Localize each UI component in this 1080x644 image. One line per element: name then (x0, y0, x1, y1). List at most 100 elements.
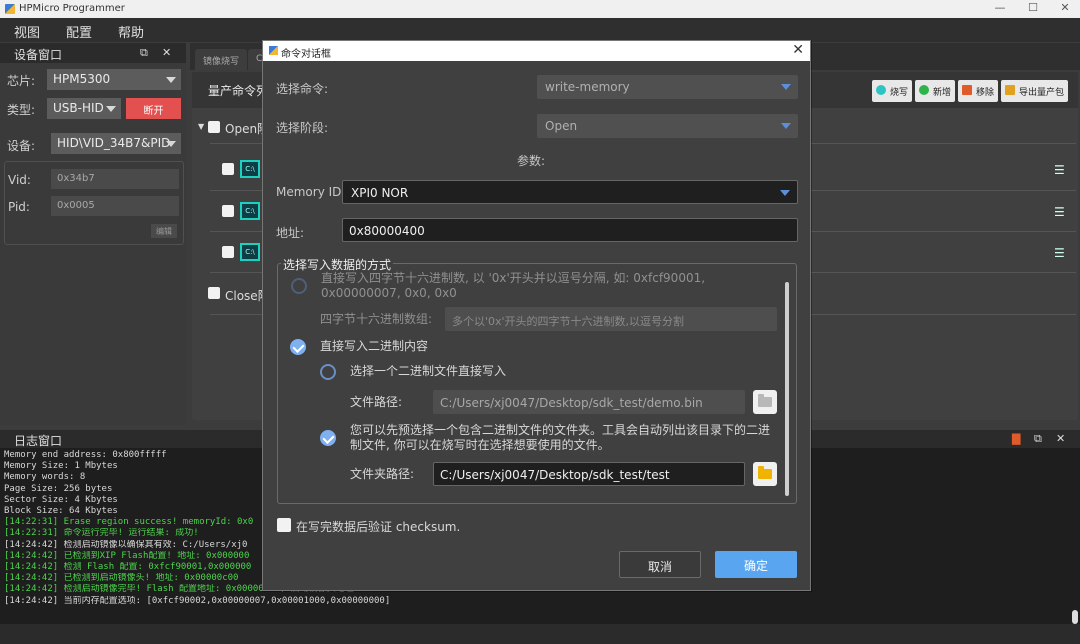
remove-label: 移除 (976, 88, 995, 98)
stage-value: Open (545, 119, 578, 133)
group-scrollbar[interactable] (785, 282, 789, 496)
remove-button[interactable]: 移除 (958, 80, 999, 102)
chip-value: HPM5300 (53, 72, 111, 86)
menu-config[interactable]: 配置 (66, 22, 92, 41)
hex-words-option-line1: 直接写入四字节十六进制数, 以 '0x'开头并以逗号分隔, 如: 0xfcf90… (321, 271, 706, 285)
dialog-close-button[interactable]: ✕ (792, 42, 804, 58)
app-logo-icon (269, 46, 278, 55)
params-label: 参数: (517, 154, 546, 168)
chip-select[interactable]: HPM5300 (47, 69, 181, 90)
disconnect-button[interactable]: 断开 (126, 98, 181, 119)
browse-folder-button[interactable] (753, 462, 777, 486)
verify-checksum-label: 在写完数据后验证 checksum. (296, 520, 461, 534)
command-list-title: 量产命令列 (208, 84, 263, 98)
burn-icon (876, 85, 886, 95)
file-path-input[interactable]: C:/Users/xj0047/Desktop/sdk_test/demo.bi… (433, 390, 745, 414)
maximize-button[interactable]: ☐ (1018, 1, 1048, 16)
folder-option-line2: 制文件, 你可以在烧写时在选择想要使用的文件。 (350, 438, 610, 452)
minimize-button[interactable]: — (985, 1, 1015, 16)
pid-label: Pid: (8, 200, 30, 214)
binary-content-radio[interactable] (290, 339, 306, 355)
add-button[interactable]: 新增 (915, 80, 956, 102)
add-icon (919, 85, 929, 95)
command-checkbox[interactable] (222, 246, 234, 258)
chip-label: 芯片: (7, 74, 36, 88)
menu-bar: 视图 配置 帮助 (0, 18, 1080, 42)
chevron-down-icon (166, 141, 176, 147)
hex-array-input[interactable]: 多个以'0x'开头的四字节十六进制数,以逗号分割 (445, 307, 777, 331)
folder-radio[interactable] (320, 430, 336, 446)
open-stage-label: Open阶 (225, 122, 263, 136)
folder-path-label: 文件夹路径: (350, 467, 415, 481)
export-icon (1005, 85, 1015, 95)
chevron-down-icon (166, 77, 176, 83)
stage-select[interactable]: Open (537, 114, 798, 138)
vid-label: Vid: (8, 173, 31, 187)
app-title: HPMicro Programmer (19, 3, 125, 14)
chevron-down-icon (781, 84, 791, 90)
type-value: USB-HID (53, 101, 104, 115)
export-button[interactable]: 导出量产包 (1001, 80, 1069, 102)
settings-list-icon[interactable]: ☰ (1054, 163, 1065, 177)
device-value: HID\VID_34B7&PID (57, 136, 171, 150)
settings-list-icon[interactable]: ☰ (1054, 205, 1065, 219)
trash-icon[interactable]: ▇ (1012, 432, 1020, 445)
type-select[interactable]: USB-HID (47, 98, 121, 119)
tab-image-burn[interactable]: 镜像烧写 (195, 49, 248, 70)
edit-button[interactable]: 编辑 (151, 224, 177, 238)
export-label: 导出量产包 (1019, 88, 1065, 98)
chevron-down-icon (781, 123, 791, 129)
cancel-button[interactable]: 取消 (619, 551, 701, 578)
command-checkbox[interactable] (222, 163, 234, 175)
burn-label: 烧写 (890, 88, 909, 98)
chevron-down-icon (780, 190, 790, 196)
device-label: 设备: (7, 139, 36, 153)
menu-help[interactable]: 帮助 (118, 22, 144, 41)
device-panel: 芯片: HPM5300 类型: USB-HID 断开 设备: HID\VID_3… (0, 63, 186, 425)
command-icon: C:\ (240, 243, 260, 261)
close-panel-icon[interactable]: ✕ (1056, 432, 1065, 445)
float-panel-icon[interactable]: ⧉ (140, 46, 148, 60)
burn-button[interactable]: 烧写 (872, 80, 913, 102)
ok-button[interactable]: 确定 (715, 551, 797, 578)
single-file-option: 选择一个二进制文件直接写入 (350, 364, 507, 378)
file-path-label: 文件路径: (350, 395, 403, 409)
close-stage-checkbox[interactable] (208, 287, 220, 299)
hex-words-radio[interactable] (291, 278, 307, 294)
verify-checksum-checkbox[interactable] (277, 518, 291, 532)
command-value: write-memory (545, 80, 630, 94)
menu-view[interactable]: 视图 (14, 22, 40, 41)
memory-id-label: Memory ID: (276, 185, 346, 199)
chevron-down-icon (106, 106, 116, 112)
log-line: [14:24:42] 当前内存配置选项: [0xfcf90002,0x00000… (4, 595, 391, 606)
pid-field[interactable]: 0x0005 (51, 196, 179, 216)
close-panel-icon[interactable]: ✕ (162, 46, 171, 59)
stage-label: 选择阶段: (276, 121, 329, 135)
address-input[interactable]: 0x80000400 (342, 218, 798, 242)
command-checkbox[interactable] (222, 205, 234, 217)
command-select[interactable]: write-memory (537, 75, 798, 99)
type-label: 类型: (7, 103, 36, 117)
folder-path-input[interactable]: C:/Users/xj0047/Desktop/sdk_test/test (433, 462, 745, 486)
device-panel-title: 设备窗口 (14, 48, 63, 62)
close-window-button[interactable]: ✕ (1050, 1, 1080, 16)
binary-content-option: 直接写入二进制内容 (320, 339, 429, 353)
tree-expand-icon[interactable]: ▼ (198, 122, 204, 131)
float-panel-icon[interactable]: ⧉ (1034, 432, 1042, 446)
command-icon: C:\ (240, 202, 260, 220)
dialog-title-bar: 命令对话框 ✕ (263, 41, 810, 61)
device-select[interactable]: HID\VID_34B7&PID (51, 133, 181, 154)
app-logo-icon (5, 4, 15, 14)
folder-icon (758, 466, 772, 479)
command-icon: C:\ (240, 160, 260, 178)
log-scrollbar[interactable] (1072, 610, 1078, 624)
title-bar: HPMicro Programmer — ☐ ✕ (0, 0, 1080, 18)
vid-field[interactable]: 0x34b7 (51, 169, 179, 189)
settings-list-icon[interactable]: ☰ (1054, 246, 1065, 260)
single-file-radio[interactable] (320, 364, 336, 380)
browse-file-button[interactable] (753, 390, 777, 414)
hex-array-label: 四字节十六进制数组: (320, 312, 433, 326)
memory-id-select[interactable]: XPI0 NOR (342, 180, 798, 204)
trash-icon (962, 85, 972, 95)
open-stage-checkbox[interactable] (208, 121, 220, 133)
